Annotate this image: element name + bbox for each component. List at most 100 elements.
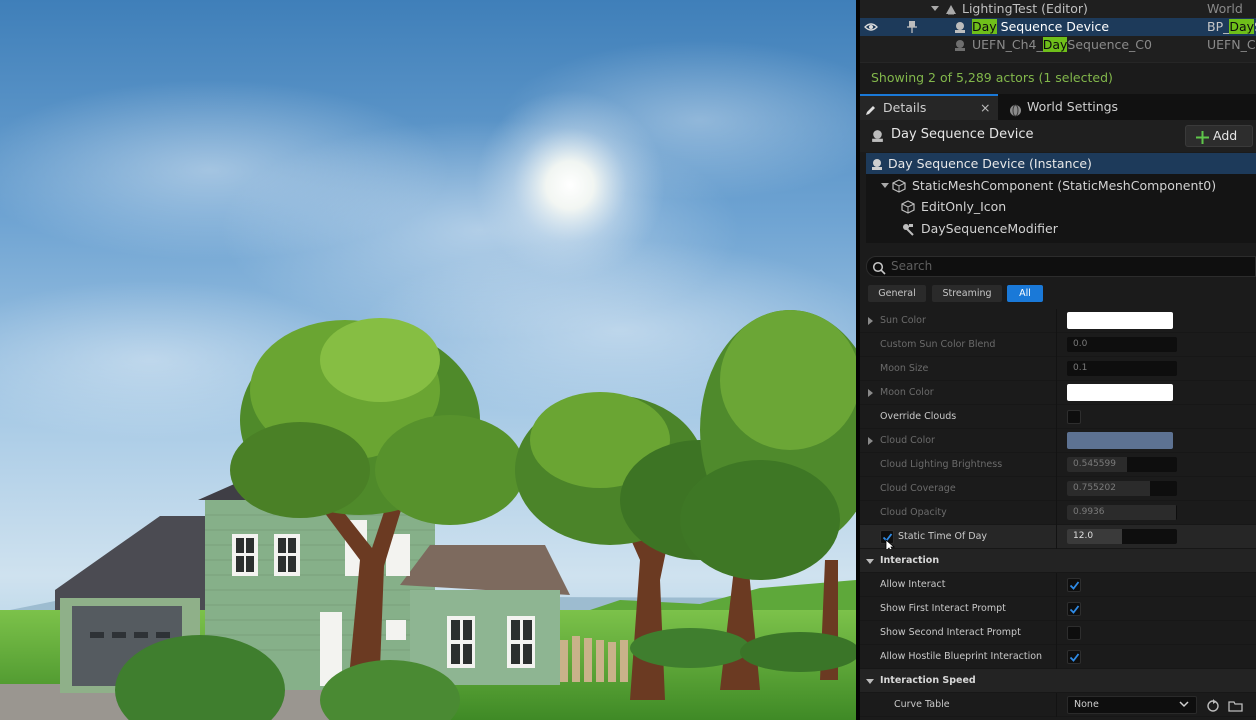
reset-arrow-icon[interactable] (1206, 698, 1220, 717)
component-label: EditOnly_Icon (921, 199, 1007, 214)
tab-close-icon[interactable]: × (980, 96, 990, 120)
prop-label: Curve Table (894, 699, 950, 710)
column-divider (1056, 333, 1057, 357)
tab-details-label: Details (883, 100, 927, 115)
outliner-status-bar: Showing 2 of 5,289 actors (1 selected) (860, 62, 1256, 92)
tab-details[interactable]: Details × (860, 94, 998, 120)
prop-allow-interact: Allow Interact (860, 573, 1256, 597)
collapse-arrow-icon[interactable] (866, 559, 874, 564)
tab-world-settings[interactable]: World Settings (1006, 94, 1146, 120)
prop-label: Show First Interact Prompt (880, 603, 1006, 614)
prop-cloud-opacity: Cloud Opacity 0.9936 (860, 501, 1256, 525)
prop-label: Moon Color (880, 387, 934, 398)
outliner-row-uefn-daysequence[interactable]: UEFN_Ch4_DaySequence_C0 UEFN_Ch (860, 36, 1256, 54)
add-component-button[interactable]: Add (1185, 125, 1253, 147)
prop-label: Cloud Lighting Brightness (880, 459, 1003, 470)
number-field[interactable]: 0.0 (1067, 337, 1177, 352)
number-value: 0.755202 (1073, 483, 1116, 493)
number-value: 0.0 (1073, 339, 1088, 349)
category-interaction-speed[interactable]: Interaction Speed (860, 669, 1256, 693)
number-slider[interactable]: 0.755202 (1067, 481, 1177, 496)
prop-show-first-interact-prompt: Show First Interact Prompt (860, 597, 1256, 621)
component-label: StaticMeshComponent (StaticMeshComponent… (912, 178, 1217, 193)
prop-cloud-lighting-brightness: Cloud Lighting Brightness 0.545599 (860, 453, 1256, 477)
component-label: DaySequenceModifier (921, 221, 1058, 236)
color-swatch[interactable] (1067, 312, 1173, 329)
prop-show-second-interact-prompt: Show Second Interact Prompt (860, 621, 1256, 645)
number-value: 12.0 (1073, 531, 1094, 541)
filter-all-button[interactable]: All (1007, 285, 1043, 302)
component-row-static-mesh[interactable]: StaticMeshComponent (StaticMeshComponent… (866, 175, 1256, 196)
column-divider (1056, 405, 1057, 429)
column-divider (1056, 429, 1057, 453)
color-swatch[interactable] (1067, 384, 1173, 401)
browse-folder-icon[interactable] (1228, 698, 1244, 717)
number-slider[interactable]: 0.9936 (1067, 505, 1177, 520)
number-value: 0.9936 (1073, 507, 1105, 517)
prop-label: Cloud Opacity (880, 507, 947, 518)
expand-arrow-icon[interactable] (868, 389, 873, 397)
prop-label: Moon Size (880, 363, 929, 374)
actor-icon (953, 38, 967, 57)
world-label: LightingTest (Editor) (962, 1, 1088, 16)
prop-label: Cloud Color (880, 435, 935, 446)
prop-label: Static Time Of Day (898, 531, 988, 542)
outliner: LightingTest (Editor) World Day Sequence… (860, 0, 1256, 62)
cube-icon (901, 199, 915, 220)
scene-render (0, 40, 856, 720)
filter-general-button[interactable]: General (868, 285, 926, 302)
actor-name-title: Day Sequence Device (891, 127, 1034, 142)
column-divider (1056, 597, 1057, 621)
type-prefix: BP_ (1207, 19, 1230, 34)
prop-custom-sun-color-blend: Custom Sun Color Blend 0.0 (860, 333, 1256, 357)
curve-table-dropdown[interactable]: None (1067, 696, 1197, 714)
checkbox[interactable] (1067, 410, 1081, 424)
checkbox[interactable] (1067, 602, 1081, 616)
expand-arrow-icon[interactable] (868, 317, 873, 325)
tab-world-settings-label: World Settings (1027, 99, 1119, 114)
actor-count-status: Showing 2 of 5,289 actors (1 selected) (871, 70, 1113, 85)
world-type: World (1207, 1, 1243, 16)
outliner-row-type: UEFN_Ch (1207, 37, 1256, 52)
category-label: Interaction (880, 555, 940, 566)
panel-tab-bar: Details × World Settings (860, 94, 1256, 120)
category-interaction[interactable]: Interaction (860, 549, 1256, 573)
component-row-editonly-icon[interactable]: EditOnly_Icon (866, 196, 1256, 217)
checkbox[interactable] (1067, 650, 1081, 664)
checkbox[interactable] (1067, 626, 1081, 640)
level-viewport[interactable] (0, 0, 856, 720)
filter-streaming-button[interactable]: Streaming (932, 285, 1002, 302)
checkbox[interactable] (1067, 578, 1081, 592)
prop-cloud-coverage: Cloud Coverage 0.755202 (860, 477, 1256, 501)
right-panel: LightingTest (Editor) World Day Sequence… (860, 0, 1256, 720)
outliner-row-day-sequence-device[interactable]: Day Sequence Device BP_DayS (860, 18, 1256, 36)
column-divider (1056, 621, 1057, 645)
name-suffix: Sequence_C0 (1067, 37, 1152, 52)
prop-label: Allow Interact (880, 579, 946, 590)
expand-arrow-icon[interactable] (931, 6, 939, 11)
component-row-instance[interactable]: Day Sequence Device (Instance) (866, 153, 1256, 174)
component-label: Day Sequence Device (Instance) (888, 156, 1092, 171)
collapse-arrow-icon[interactable] (866, 679, 874, 684)
color-swatch[interactable] (1067, 432, 1173, 449)
column-divider (1056, 309, 1057, 333)
component-tree: Day Sequence Device (Instance) StaticMes… (866, 153, 1256, 243)
dropdown-value: None (1074, 699, 1099, 710)
prop-moon-color: Moon Color (860, 381, 1256, 405)
details-search-input[interactable]: Search (866, 256, 1256, 277)
type-match: Day (1229, 19, 1255, 34)
outliner-row-name: Day Sequence Device (972, 18, 1109, 36)
prop-label: Sun Color (880, 315, 926, 326)
outliner-row-world[interactable]: LightingTest (Editor) World (860, 0, 1256, 18)
modifier-icon (901, 221, 915, 242)
column-divider (1056, 501, 1057, 525)
component-row-daysequence-modifier[interactable]: DaySequenceModifier (866, 218, 1256, 239)
prop-label: Allow Hostile Blueprint Interaction (880, 651, 1043, 662)
expand-arrow-icon[interactable] (868, 437, 873, 445)
collapse-arrow-icon[interactable] (881, 183, 889, 188)
number-field[interactable]: 0.1 (1067, 361, 1177, 376)
prop-label: Override Clouds (880, 411, 957, 422)
column-divider (1056, 453, 1057, 477)
number-slider[interactable]: 0.545599 (1067, 457, 1177, 472)
number-slider[interactable]: 12.0 (1067, 529, 1177, 544)
